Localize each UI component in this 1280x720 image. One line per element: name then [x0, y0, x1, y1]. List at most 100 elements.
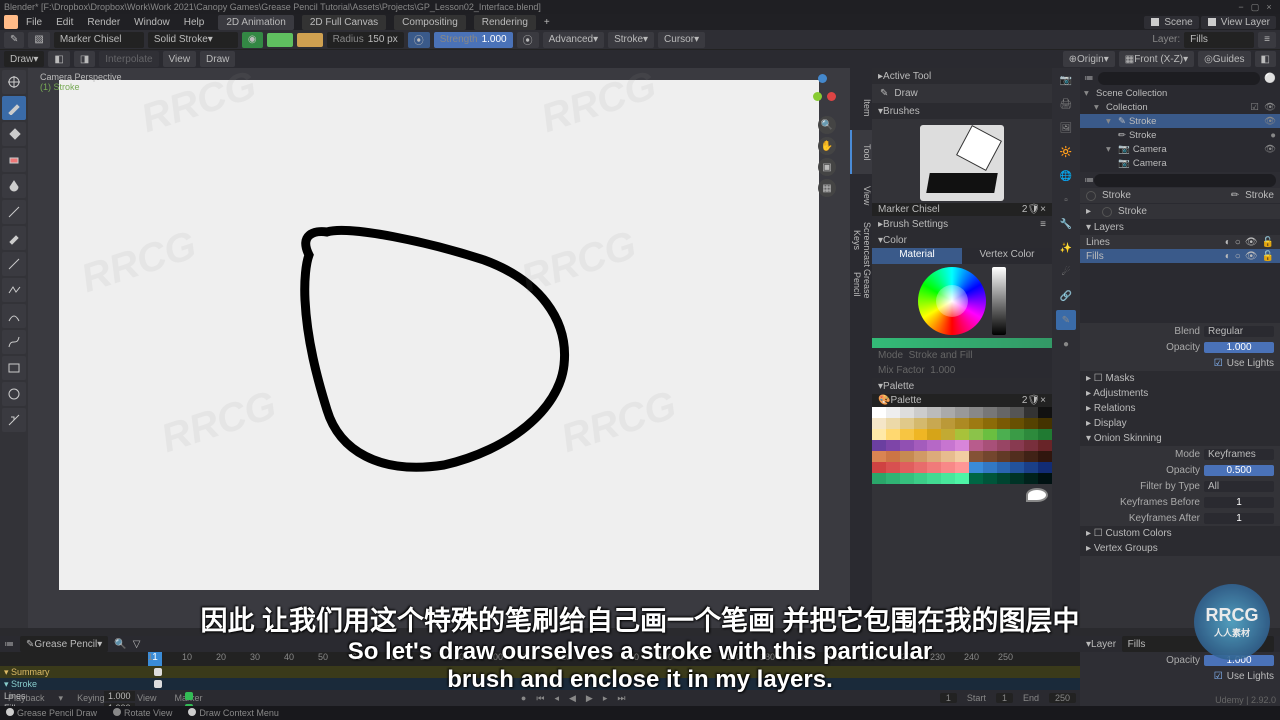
palette-swatch[interactable] [1010, 462, 1024, 473]
opacity-val[interactable]: 1.000 [1204, 342, 1274, 353]
palette-swatch[interactable] [927, 429, 941, 440]
front-dd[interactable]: ▦ Front (X-Z) ▾ [1119, 51, 1194, 67]
menu-help[interactable]: Help [178, 16, 211, 29]
persp-icon[interactable]: ▦ [818, 179, 836, 197]
color-wheel[interactable] [918, 267, 986, 335]
camera-icon[interactable]: ▣ [818, 158, 836, 176]
bp-uselights[interactable]: Use Lights [1227, 671, 1274, 682]
palette-swatch[interactable] [955, 407, 969, 418]
palette-swatch[interactable] [983, 429, 997, 440]
tool-tint[interactable] [2, 174, 26, 198]
sec-palette[interactable]: ▾ Palette [872, 378, 1052, 394]
sec-onion[interactable]: ▾ Onion Skinning [1080, 431, 1280, 446]
palette-swatch[interactable] [983, 462, 997, 473]
tab-physics-icon[interactable]: ☄ [1056, 262, 1076, 282]
fake-user-icon[interactable]: 🛡 [1027, 204, 1040, 215]
tool-polyline[interactable] [2, 278, 26, 302]
palette-swatch[interactable] [900, 407, 914, 418]
tab-screencast[interactable]: Screencast Keys [850, 218, 872, 262]
tab-fx-icon[interactable]: ✨ [1056, 238, 1076, 258]
tab-viewlayer-icon[interactable]: 🖼 [1056, 118, 1076, 138]
palette-swatch[interactable] [969, 429, 983, 440]
palette-swatch[interactable] [997, 440, 1011, 451]
tool-interp[interactable] [2, 408, 26, 432]
palette-swatch[interactable] [983, 418, 997, 429]
tool-cutter[interactable] [2, 200, 26, 224]
matslot-stroke[interactable]: Stroke [1102, 190, 1131, 201]
ol-camera[interactable]: Camera [1133, 144, 1259, 155]
palette-name[interactable]: Palette [890, 395, 1021, 406]
lock-icon[interactable]: 🔓 [1262, 237, 1274, 248]
draw-menu[interactable]: Draw [200, 51, 235, 67]
tool-draw[interactable] [2, 96, 26, 120]
tl-summary[interactable]: ▾ Summary [0, 666, 1080, 678]
palette-swatch[interactable] [1038, 440, 1052, 451]
filter-icon[interactable]: ⚪ [1264, 73, 1276, 84]
tool-cursor[interactable] [2, 70, 26, 94]
palette-swatch[interactable] [1010, 429, 1024, 440]
palette-swatch[interactable] [997, 418, 1011, 429]
palette-swatch[interactable] [1010, 440, 1024, 451]
props-search[interactable] [1094, 174, 1276, 187]
ol-scene[interactable]: Scene Collection [1096, 88, 1276, 99]
palette-swatch[interactable] [914, 462, 928, 473]
brush-preview[interactable] [920, 125, 1004, 201]
palette-swatch[interactable] [1024, 440, 1038, 451]
palette-swatch[interactable] [997, 462, 1011, 473]
hide-icon[interactable]: 👁 [1245, 237, 1258, 248]
palette-swatch[interactable] [1024, 473, 1038, 484]
palette-swatch[interactable] [1010, 473, 1024, 484]
palette-swatch[interactable] [927, 407, 941, 418]
col-eye-icon[interactable]: 👁 [1264, 102, 1276, 113]
palette-swatch[interactable] [1024, 451, 1038, 462]
palette-swatch[interactable] [1038, 418, 1052, 429]
cursor-dd[interactable]: Cursor ▾ [658, 32, 705, 48]
eye-icon[interactable]: 👁 [1264, 116, 1276, 127]
palette-swatch[interactable] [983, 440, 997, 451]
kf-after-val[interactable]: 1 [1204, 513, 1274, 524]
menu-file[interactable]: File [20, 16, 48, 29]
primary-color[interactable] [267, 33, 293, 47]
sec-active-tool[interactable]: ▸ Active Tool [872, 68, 1052, 84]
palette-swatch[interactable] [1024, 418, 1038, 429]
mat-icon[interactable]: ● [1270, 130, 1276, 141]
palette-swatch[interactable] [872, 418, 886, 429]
palette-swatch[interactable] [872, 473, 886, 484]
sec-layers[interactable]: ▾ Layers [1080, 220, 1280, 235]
palette-swatch[interactable] [1038, 429, 1052, 440]
palette-swatch[interactable] [1010, 451, 1024, 462]
palette-swatch[interactable] [914, 451, 928, 462]
tool-line[interactable] [2, 252, 26, 276]
blend-dd[interactable]: Regular [1204, 326, 1274, 337]
palette-swatch[interactable] [941, 473, 955, 484]
palette-swatch[interactable] [941, 407, 955, 418]
palette-swatch[interactable] [927, 418, 941, 429]
outliner-mode-icon[interactable]: ≔ [1084, 73, 1094, 84]
tab-objdata-icon[interactable]: ✎ [1056, 310, 1076, 330]
ol-collection[interactable]: Collection [1106, 102, 1245, 113]
tool-fill[interactable] [2, 122, 26, 146]
keyframe-icon[interactable] [154, 680, 162, 688]
tool-box[interactable] [2, 356, 26, 380]
palette-swatch[interactable] [872, 407, 886, 418]
sec-color[interactable]: ▾ Color [872, 232, 1052, 248]
layer-opts-icon[interactable]: ≡ [1258, 32, 1276, 48]
tab-modifier-icon[interactable]: 🔧 [1056, 214, 1076, 234]
sec-masks[interactable]: ▸ ☐ Masks [1080, 371, 1280, 386]
palette-swatch[interactable] [1010, 407, 1024, 418]
palette-swatch[interactable] [1038, 451, 1052, 462]
sec-adjust[interactable]: ▸ Adjustments [1080, 386, 1280, 401]
palette-swatch[interactable] [900, 462, 914, 473]
tab-gp[interactable]: Grease Pencil [850, 262, 872, 306]
palette-swatch[interactable] [1038, 407, 1052, 418]
tl-filter-icon[interactable]: ▽ [133, 639, 141, 650]
minimize-btn[interactable]: − [1234, 2, 1248, 12]
onion-icon[interactable]: ○ [1235, 237, 1241, 248]
ol-stroke[interactable]: Stroke [1129, 116, 1259, 127]
palette-swatch[interactable] [1024, 407, 1038, 418]
tab-view[interactable]: View [850, 174, 872, 218]
palette-swatch[interactable] [1024, 429, 1038, 440]
value-slider[interactable] [992, 267, 1006, 335]
mode-select[interactable]: Draw ▾ [4, 51, 44, 67]
tab-constraint-icon[interactable]: 🔗 [1056, 286, 1076, 306]
